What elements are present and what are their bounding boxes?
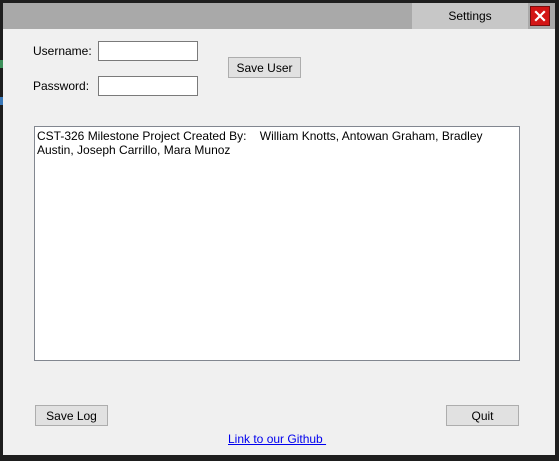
log-textarea[interactable]: CST-326 Milestone Project Created By: Wi… [34,126,520,361]
settings-window: Settings Username: Password: Save User C… [3,3,555,455]
username-label: Username: [33,44,92,58]
close-button[interactable] [530,6,550,26]
close-icon [534,10,546,22]
quit-button[interactable]: Quit [446,405,519,426]
save-log-button[interactable]: Save Log [35,405,108,426]
password-label: Password: [33,79,90,93]
title-bar[interactable]: Settings [3,3,555,29]
github-link[interactable]: Link to our Github [228,432,326,446]
password-input[interactable] [98,76,198,96]
title-tab: Settings [412,3,528,29]
username-input[interactable] [98,41,198,61]
window-title: Settings [448,9,492,23]
save-user-button[interactable]: Save User [228,57,301,78]
